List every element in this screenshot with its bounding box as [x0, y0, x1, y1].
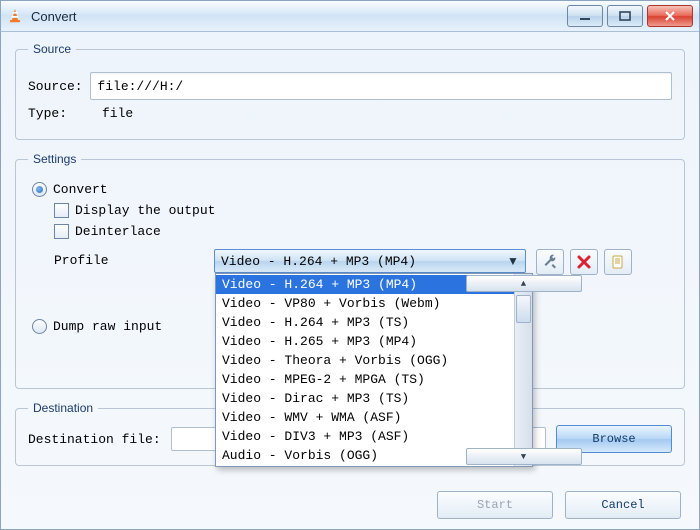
source-input[interactable]: [90, 72, 672, 100]
close-icon: [664, 11, 676, 21]
scroll-up-icon[interactable]: ▲: [466, 275, 582, 292]
destination-file-label: Destination file:: [28, 432, 161, 447]
wrench-icon: [542, 254, 558, 270]
new-profile-button[interactable]: [604, 249, 632, 275]
dialog-buttons: Start Cancel: [437, 491, 681, 519]
scroll-track[interactable]: [516, 293, 531, 447]
window-buttons: [567, 5, 693, 27]
close-button[interactable]: [647, 5, 693, 27]
edit-profile-button[interactable]: [536, 249, 564, 275]
radio-icon: [32, 319, 47, 334]
profile-option[interactable]: Video - Theora + Vorbis (OGG): [216, 351, 514, 370]
radio-selected-icon: [32, 182, 47, 197]
chevron-down-icon: ▼: [505, 254, 521, 268]
profile-option-list: Video - H.264 + MP3 (MP4)Video - VP80 + …: [216, 274, 514, 466]
vlc-cone-icon: [7, 8, 23, 24]
convert-radio[interactable]: Convert: [32, 182, 672, 197]
title-bar: Convert: [0, 0, 700, 32]
maximize-button[interactable]: [607, 5, 643, 27]
profile-row: Profile Video - H.264 + MP3 (MP4) ▼ Vide…: [54, 249, 672, 275]
profile-tool-buttons: [536, 249, 632, 275]
deinterlace-checkbox[interactable]: Deinterlace: [54, 224, 672, 239]
new-file-icon: [610, 254, 626, 270]
settings-legend: Settings: [28, 152, 81, 166]
profile-option[interactable]: Video - H.264 + MP3 (TS): [216, 313, 514, 332]
dump-raw-label: Dump raw input: [53, 319, 162, 334]
source-label: Source:: [28, 79, 90, 94]
display-output-checkbox[interactable]: Display the output: [54, 203, 672, 218]
profile-combobox[interactable]: Video - H.264 + MP3 (MP4) ▼ Video - H.26…: [214, 249, 526, 273]
profile-option[interactable]: Video - WMV + WMA (ASF): [216, 408, 514, 427]
window-title: Convert: [31, 9, 77, 24]
cancel-button[interactable]: Cancel: [565, 491, 681, 519]
settings-group: Settings Convert Display the output Dein…: [15, 152, 685, 389]
type-value: file: [102, 106, 133, 121]
profile-option[interactable]: Video - MPEG-2 + MPGA (TS): [216, 370, 514, 389]
profile-option[interactable]: Video - H.265 + MP3 (MP4): [216, 332, 514, 351]
maximize-icon: [619, 11, 631, 21]
source-group: Source Source: Type: file: [15, 42, 685, 140]
convert-radio-label: Convert: [53, 182, 108, 197]
checkbox-icon: [54, 224, 69, 239]
client-area: Source Source: Type: file Settings Conve…: [0, 32, 700, 530]
minimize-icon: [579, 11, 591, 21]
delete-profile-button[interactable]: [570, 249, 598, 275]
checkbox-icon: [54, 203, 69, 218]
profile-option[interactable]: Video - DIV3 + MP3 (ASF): [216, 427, 514, 446]
start-button[interactable]: Start: [437, 491, 553, 519]
profile-label: Profile: [54, 249, 214, 268]
scroll-down-icon[interactable]: ▼: [466, 448, 582, 465]
destination-legend: Destination: [28, 401, 98, 415]
profile-option[interactable]: Video - VP80 + Vorbis (Webm): [216, 294, 514, 313]
type-label: Type:: [28, 106, 100, 121]
minimize-button[interactable]: [567, 5, 603, 27]
profile-option[interactable]: Video - Dirac + MP3 (TS): [216, 389, 514, 408]
deinterlace-label: Deinterlace: [75, 224, 161, 239]
profile-dropdown: Video - H.264 + MP3 (MP4)Video - VP80 + …: [215, 273, 533, 467]
display-output-label: Display the output: [75, 203, 215, 218]
scroll-thumb[interactable]: [516, 295, 531, 323]
source-legend: Source: [28, 42, 76, 56]
dropdown-scrollbar[interactable]: ▲ ▼: [514, 274, 532, 466]
profile-selected-text: Video - H.264 + MP3 (MP4): [221, 254, 505, 269]
delete-x-icon: [576, 254, 592, 270]
